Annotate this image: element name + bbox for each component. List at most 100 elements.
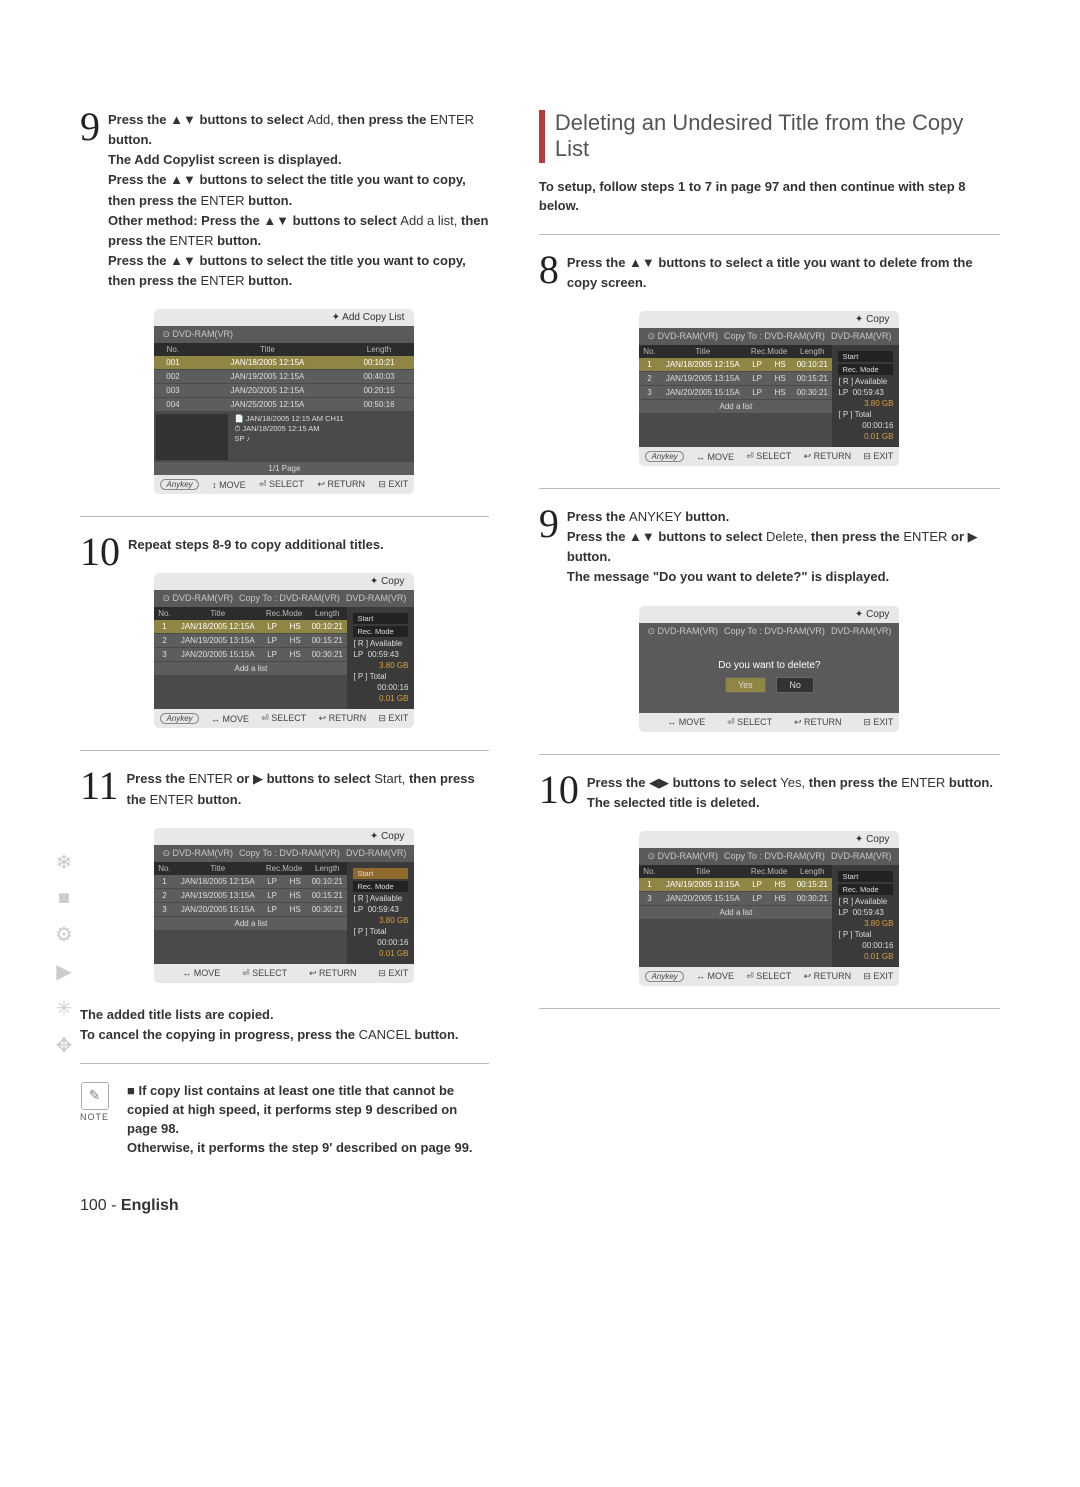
ptotal: [ P ] Total xyxy=(838,930,893,939)
move-label: MOVE xyxy=(194,968,221,978)
c: 00:15:21 xyxy=(792,878,832,892)
t: The selected title is deleted. xyxy=(587,795,760,810)
start-label: Start xyxy=(838,351,893,362)
t: ENTER xyxy=(189,771,233,786)
step-number: 11 xyxy=(80,769,119,803)
step-9-left: 9 Press the ▲▼ buttons to select Add, th… xyxy=(80,110,489,291)
v: 00:00:16 xyxy=(838,941,893,950)
c: JAN/18/2005 12:15A xyxy=(174,875,261,889)
col: Length xyxy=(307,607,347,620)
c: 2 xyxy=(639,372,659,386)
select-label: SELECT xyxy=(271,713,306,723)
ptotal: [ P ] Total xyxy=(838,410,893,419)
page-number: 100 - xyxy=(80,1197,121,1214)
t: then press the xyxy=(809,775,901,790)
label: DVD-RAM(VR) xyxy=(346,848,407,859)
v: 3.80 GB xyxy=(353,916,408,925)
label: DVD-RAM(VR) xyxy=(172,848,233,858)
txt: button. xyxy=(415,1027,459,1042)
language-label: English xyxy=(121,1197,179,1214)
add-a-list: Add a list xyxy=(639,905,832,919)
c: 00:10:21 xyxy=(792,358,832,372)
t: Press the xyxy=(567,509,629,524)
add-a-list: Add a list xyxy=(154,916,347,930)
yes-button[interactable]: Yes xyxy=(725,677,766,693)
txt: buttons to select xyxy=(200,112,308,127)
move-icon: ✥ xyxy=(55,1033,73,1058)
v: 0.01 GB xyxy=(838,952,893,961)
exit-label: EXIT xyxy=(388,968,408,978)
c: 00:30:21 xyxy=(792,386,832,400)
txt: ENTER xyxy=(200,193,244,208)
ui-title: Copy xyxy=(866,314,889,325)
avail: [ R ] Available xyxy=(353,894,408,903)
label: DVD-RAM(VR) xyxy=(831,331,892,342)
label: Copy To : DVD-RAM(VR) xyxy=(724,331,825,342)
cell: 00:50:16 xyxy=(344,398,415,412)
txt: button. xyxy=(217,233,261,248)
c: HS xyxy=(283,648,307,662)
v: LP xyxy=(838,388,848,397)
v: 3.80 GB xyxy=(838,919,893,928)
txt: Press the xyxy=(108,112,170,127)
note-line: If copy list contains at least one title… xyxy=(127,1083,457,1136)
side-panel: Start Rec. Mode [ R ] Available LP 00:59… xyxy=(347,607,414,709)
label: DVD-RAM(VR) xyxy=(172,329,233,339)
c: LP xyxy=(746,878,768,892)
c: HS xyxy=(768,386,792,400)
label: DVD-RAM(VR) xyxy=(657,626,718,636)
t: ENTER xyxy=(901,775,945,790)
v: LP xyxy=(838,908,848,917)
c: HS xyxy=(768,878,792,892)
ui-title: Add Copy List xyxy=(342,312,404,323)
t: then press the xyxy=(811,529,903,544)
c: JAN/19/2005 13:15A xyxy=(174,634,261,648)
no-button[interactable]: No xyxy=(776,677,814,693)
c: 1 xyxy=(639,878,659,892)
v: 00:59:43 xyxy=(853,388,884,397)
t: button. xyxy=(567,549,611,564)
v: 3.80 GB xyxy=(838,399,893,408)
c: 3 xyxy=(639,386,659,400)
label: Copy To : DVD-RAM(VR) xyxy=(239,848,340,859)
c: JAN/19/2005 13:15A xyxy=(659,878,746,892)
txt: Add, xyxy=(307,112,334,127)
ui-title: Copy xyxy=(381,576,404,587)
side-panel: Start Rec. Mode [ R ] Available LP 00:59… xyxy=(832,865,899,967)
ui-title: Copy xyxy=(381,831,404,842)
anykey-badge: Anykey xyxy=(645,971,683,982)
step-8-right: 8 Press the ▲▼ buttons to select a title… xyxy=(539,253,1000,293)
move-label: MOVE xyxy=(707,452,734,462)
c: LP xyxy=(746,891,768,905)
recmode-label: Rec. Mode xyxy=(838,884,893,895)
anykey-badge: Anykey xyxy=(645,451,683,462)
txt: CANCEL xyxy=(359,1027,411,1042)
note-icon: ✎ xyxy=(81,1082,109,1110)
return-label: RETURN xyxy=(327,479,365,489)
move-label: MOVE xyxy=(679,717,706,727)
t: buttons to select xyxy=(658,529,766,544)
ui-copy-right-a: ✦ Copy ⊙ DVD-RAM(VR)Copy To : DVD-RAM(VR… xyxy=(639,311,899,466)
c: 00:30:21 xyxy=(792,891,832,905)
note-line: Otherwise, it performs the step 9' descr… xyxy=(127,1140,473,1155)
side-panel: Start Rec. Mode [ R ] Available LP 00:59… xyxy=(832,345,899,447)
c: JAN/20/2005 15:15A xyxy=(174,902,261,916)
v: 00:59:43 xyxy=(368,650,399,659)
ui-add-copy-list: ✦ Add Copy List ⊙ DVD-RAM(VR) No.TitleLe… xyxy=(154,309,414,494)
txt: button. xyxy=(108,132,152,147)
step-number: 10 xyxy=(80,535,120,569)
return-label: RETURN xyxy=(814,451,852,461)
add-a-list: Add a list xyxy=(154,662,347,676)
select-label: SELECT xyxy=(756,451,791,461)
c: 2 xyxy=(154,634,174,648)
exit-label: EXIT xyxy=(873,971,893,981)
c: 1 xyxy=(639,358,659,372)
label: DVD-RAM(VR) xyxy=(346,593,407,604)
start-label: Start xyxy=(353,613,408,624)
meta: JAN/18/2005 12:15 AM xyxy=(242,424,319,433)
exit-label: EXIT xyxy=(873,717,893,727)
label: DVD-RAM(VR) xyxy=(831,851,892,862)
t: ENTER xyxy=(150,792,194,807)
col: Rec.Mode xyxy=(261,607,307,620)
txt: To cancel the copying in progress, press… xyxy=(80,1027,359,1042)
